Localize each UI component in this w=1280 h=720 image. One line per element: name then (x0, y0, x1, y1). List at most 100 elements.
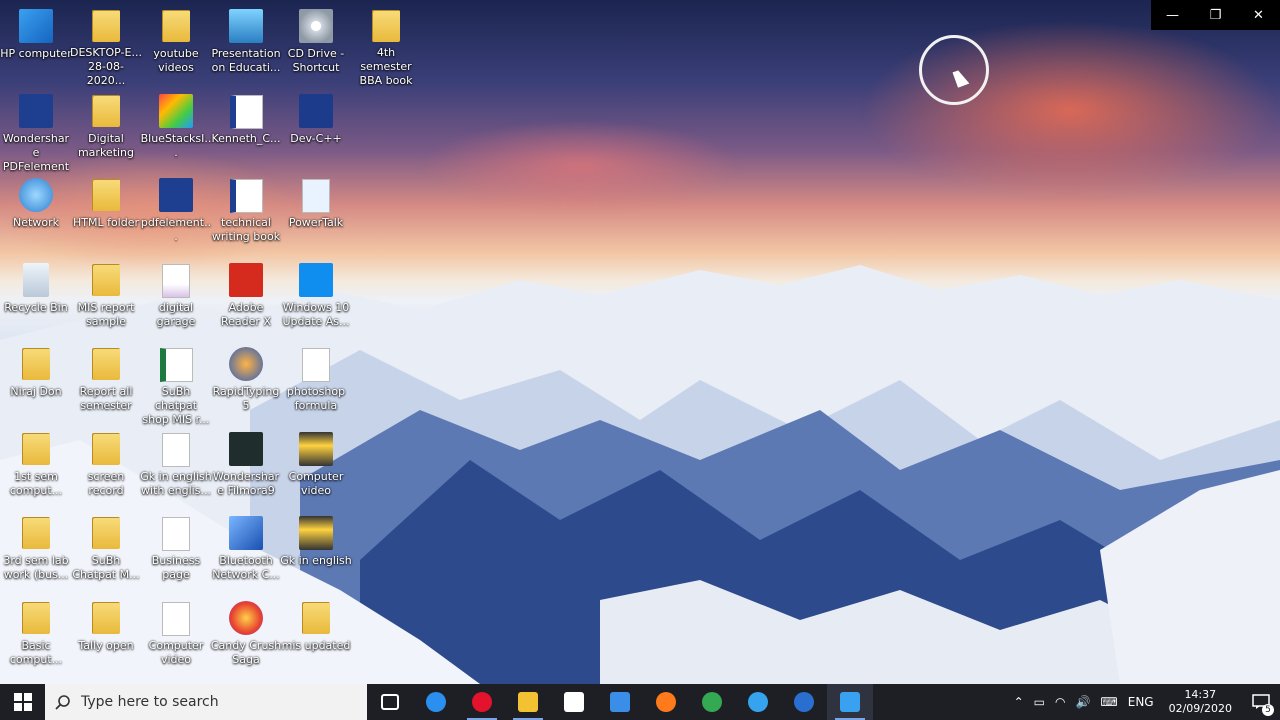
desktop-icon-label: PowerTalk (288, 216, 344, 229)
desktop-icon[interactable]: RapidTyping 5 (211, 342, 281, 426)
desktop-icon[interactable]: MIS report sample (71, 258, 141, 342)
presentation-icon (228, 8, 264, 44)
dvd-drive-icon (298, 8, 334, 44)
desktop-icon[interactable]: Report all semester (71, 342, 141, 426)
desktop-icon[interactable]: Basic comput... (1, 596, 71, 680)
zip-folder-icon (298, 600, 334, 636)
desktop-icon[interactable]: Computer video (141, 596, 211, 680)
desktop-icon[interactable]: Candy Crush Saga (211, 596, 281, 680)
desktop-icon-label: digital garage (156, 300, 196, 328)
firefox-icon (656, 692, 676, 712)
folder-icon (18, 515, 54, 551)
desktop-icon[interactable]: CD Drive - Shortcut (281, 4, 351, 88)
desktop-icon[interactable]: Presentation on Educati... (211, 4, 281, 88)
desktop-icon[interactable]: Computer video (281, 427, 351, 511)
desktop-icon[interactable]: pdfelement... (141, 173, 211, 257)
clock[interactable]: 14:37 02/09/2020 (1169, 688, 1232, 716)
desktop-icon-label: youtube videos (153, 47, 199, 74)
minimize-button[interactable]: — (1151, 0, 1194, 30)
chrome-icon (702, 692, 722, 712)
desktop-icon[interactable]: Kenneth_C... (211, 89, 281, 173)
document-icon (158, 431, 194, 467)
desktop-icon[interactable]: photoshop formula (281, 342, 351, 426)
desktop-icon[interactable]: Wondershare PDFelement (1, 89, 71, 173)
desktop-icon-label: 4th semester BBA book (359, 46, 413, 87)
wifi-icon[interactable]: ◠ (1055, 695, 1065, 709)
volume-icon[interactable]: 🔊 (1075, 695, 1090, 709)
desktop-icon[interactable]: Digital marketing (71, 89, 141, 173)
restore-button[interactable]: ❐ (1194, 0, 1237, 30)
bluetooth-icon (228, 515, 264, 551)
desktop-icon[interactable]: Recycle Bin (1, 258, 71, 342)
desktop-icon-label: Digital marketing (77, 131, 135, 159)
taskbar-app-edge[interactable] (413, 684, 459, 720)
desktop-icon[interactable]: screen record (71, 427, 141, 511)
show-hidden-icons-icon[interactable]: ⌃ (1014, 695, 1024, 709)
desktop-icon-label: HTML folder (72, 216, 140, 229)
desktop-icon[interactable]: Business page (141, 511, 211, 595)
desktop-icon[interactable]: Wondershare Filmora9 (211, 427, 281, 511)
desktop-icon[interactable]: DESKTOP-E... 28-08-2020... (70, 4, 142, 88)
desktop-icon-label: DESKTOP-E... 28-08-2020... (70, 46, 142, 87)
taskbar-app-firefox[interactable] (643, 684, 689, 720)
notification-count: 5 (1262, 704, 1274, 716)
desktop-icon[interactable]: Bluetooth Network C... (211, 511, 281, 595)
desktop-icon[interactable]: BlueStacksI... (141, 89, 211, 173)
desktop-icon-label: SuBh Chatpat M... (72, 554, 140, 581)
desktop-icon[interactable]: 3rd sem lab work (bus... (1, 511, 71, 595)
desktop-icon[interactable]: SuBh chatpat shop MIS r... (141, 342, 211, 426)
taskbar-search-box[interactable]: Type here to search (45, 684, 367, 720)
desktop-icon-label: Gk in english with englis... (140, 469, 212, 497)
desktop-icon[interactable]: HTML folder (71, 173, 141, 257)
taskbar-app-task-view[interactable] (367, 684, 413, 720)
desktop-icon[interactable]: 1st sem comput... (1, 427, 71, 511)
taskbar-app-mail[interactable] (597, 684, 643, 720)
document-icon (158, 515, 194, 551)
desktop-icon-label: Network (13, 216, 59, 229)
desktop-icon[interactable]: digital garage (141, 258, 211, 342)
taskbar: Type here to search ⌃ ▭ ◠ 🔊 ⌨ ENG 14:37 … (0, 684, 1280, 720)
action-center-button[interactable]: 5 (1242, 684, 1280, 720)
desktop-icon[interactable]: Gk in english with englis... (140, 427, 212, 511)
desktop-icon-label: mis updated (281, 638, 351, 652)
taskbar-app-imo[interactable] (781, 684, 827, 720)
desktop-icon[interactable]: Dev-C++ (281, 89, 351, 173)
taskbar-app-file-explorer[interactable] (505, 684, 551, 720)
taskbar-app-media-player[interactable] (827, 684, 873, 720)
desktop-icon[interactable]: Gk in english (280, 511, 352, 595)
language-indicator[interactable]: ENG (1128, 695, 1154, 709)
desktop-icon[interactable]: Network (1, 173, 71, 257)
desktop-icon[interactable]: Adobe Reader X (211, 258, 281, 342)
desktop-icon-label: Recycle Bin (4, 300, 68, 314)
mail-icon (610, 692, 630, 712)
recycle-bin-icon (18, 262, 54, 298)
battery-icon[interactable]: ▭ (1034, 695, 1045, 709)
taskbar-app-store[interactable] (551, 684, 597, 720)
desktop-icon[interactable]: youtube videos (141, 4, 211, 88)
desktop-icon-label: technical writing book (211, 216, 281, 243)
desktop-icon[interactable]: Niraj Don (1, 342, 71, 426)
keyboard-icon[interactable]: ⌨ (1100, 695, 1117, 709)
close-button[interactable]: ✕ (1237, 0, 1280, 30)
folder-icon (88, 346, 124, 382)
desktop-icon[interactable]: 4th semester BBA book (351, 4, 421, 88)
desktop-icon[interactable]: PowerTalk (281, 173, 351, 257)
desktop-icon-label: Basic comput... (9, 638, 63, 666)
desktop-icon[interactable]: SuBh Chatpat M... (71, 511, 141, 595)
desktop-icon[interactable]: Windows 10 Update As... (281, 258, 351, 342)
taskbar-app-ie[interactable] (735, 684, 781, 720)
bluestacks-icon (158, 93, 194, 129)
desktop-icon-label: Candy Crush Saga (210, 638, 282, 666)
desktop-icon-label: screen record (87, 469, 125, 497)
desktop-icon[interactable]: HP computer (0, 4, 72, 88)
rapidtyping-icon (228, 346, 264, 382)
system-tray: ⌃ ▭ ◠ 🔊 ⌨ ENG 14:37 02/09/2020 5 (1009, 684, 1280, 720)
desktop-icon[interactable]: technical writing book (211, 173, 281, 257)
taskbar-app-chrome[interactable] (689, 684, 735, 720)
start-button[interactable] (0, 684, 45, 720)
taskbar-app-opera[interactable] (459, 684, 505, 720)
computer-icon (18, 8, 54, 44)
desktop-icon[interactable]: Tally open (71, 596, 141, 680)
desktop-icon-label: Presentation on Educati... (211, 47, 281, 74)
desktop-icon[interactable]: mis updated (281, 596, 351, 680)
